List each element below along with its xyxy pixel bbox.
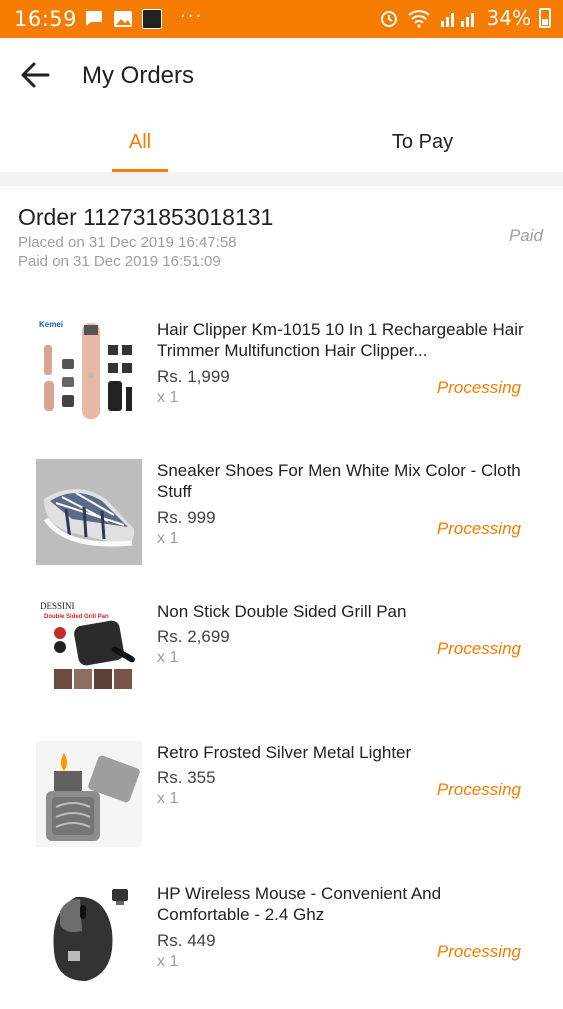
- product-price: Rs. 999: [157, 508, 216, 527]
- svg-text:DESSINI: DESSINI: [40, 601, 75, 611]
- product-title: Hair Clipper Km-1015 10 In 1 Rechargeabl…: [157, 320, 524, 360]
- product-price: Rs. 2,699: [157, 627, 230, 646]
- product-image: [36, 741, 142, 847]
- product-price: Rs. 355: [157, 768, 216, 787]
- lighter-image: [36, 741, 142, 847]
- gallery-icon: [114, 11, 132, 27]
- alarm-icon: [380, 11, 397, 27]
- product-quantity: x 1: [157, 953, 179, 970]
- order-status: Paid: [508, 226, 543, 245]
- app-header: My Orders: [0, 38, 563, 112]
- item-status: Processing: [436, 942, 521, 961]
- status-bar: 16:59 ··· 34%: [0, 0, 563, 38]
- grill-pan-image: DESSINI Double Sided Grill Pan: [36, 597, 142, 703]
- order-item[interactable]: HP Wireless Mouse - Convenient And Comfo…: [0, 869, 563, 1009]
- order-number: Order 112731853018131: [18, 204, 274, 230]
- wifi-icon: [407, 10, 430, 28]
- more-notifications-icon: ···: [180, 6, 204, 27]
- item-status: Processing: [436, 639, 521, 658]
- status-time: 16:59: [14, 7, 78, 31]
- message-icon: [86, 11, 102, 26]
- hair-clipper-image: Kemei: [36, 315, 142, 421]
- notification-icons: [84, 9, 162, 29]
- system-status: 34%: [379, 6, 551, 30]
- product-image: Kemei: [36, 315, 142, 421]
- tab-to-pay[interactable]: To Pay: [380, 112, 465, 172]
- page-title: My Orders: [82, 62, 195, 89]
- order-item[interactable]: Retro Frosted Silver Metal Lighter Rs. 3…: [0, 728, 563, 868]
- signal-icon: [440, 13, 474, 27]
- arrow-left-icon: [21, 62, 50, 88]
- section-divider: [0, 172, 563, 186]
- product-quantity: x 1: [157, 790, 179, 807]
- app-icon: [142, 9, 162, 29]
- product-quantity: x 1: [157, 649, 179, 666]
- product-image: [36, 881, 142, 987]
- product-quantity: x 1: [157, 389, 179, 406]
- order-item[interactable]: Sneaker Shoes For Men White Mix Color - …: [0, 446, 563, 586]
- item-status: Processing: [436, 780, 521, 799]
- order-tabs: All To Pay: [0, 112, 563, 172]
- product-price: Rs. 1,999: [157, 367, 230, 386]
- placed-date: Placed on 31 Dec 2019 16:47:58: [18, 234, 237, 251]
- product-title: Sneaker Shoes For Men White Mix Color - …: [157, 461, 521, 501]
- item-status: Processing: [436, 519, 521, 538]
- back-button[interactable]: [20, 60, 52, 90]
- product-quantity: x 1: [157, 530, 179, 547]
- order-item[interactable]: DESSINI Double Sided Grill Pan Non Stick…: [0, 587, 563, 727]
- product-title: Retro Frosted Silver Metal Lighter: [157, 743, 412, 762]
- battery-percent: 34%: [486, 6, 531, 30]
- product-image: DESSINI Double Sided Grill Pan: [36, 597, 142, 703]
- svg-text:Double Sided Grill Pan: Double Sided Grill Pan: [44, 614, 109, 620]
- svg-text:Kemei: Kemei: [39, 320, 63, 329]
- product-image: [36, 459, 142, 565]
- product-title: HP Wireless Mouse - Convenient And Comfo…: [157, 884, 442, 924]
- battery-icon: [539, 8, 551, 28]
- order-item[interactable]: Kemei Hair Clipper Km-1015 10 In 1 Recha…: [0, 305, 563, 445]
- order-header[interactable]: Order 112731853018131 Placed on 31 Dec 2…: [0, 186, 563, 282]
- paid-date: Paid on 31 Dec 2019 16:51:09: [18, 253, 221, 270]
- product-price: Rs. 449: [157, 931, 216, 950]
- item-status: Processing: [436, 378, 521, 397]
- wireless-mouse-image: [36, 881, 142, 987]
- tab-all[interactable]: All: [110, 112, 170, 172]
- sneaker-image: [36, 459, 142, 565]
- product-title: Non Stick Double Sided Grill Pan: [157, 602, 407, 621]
